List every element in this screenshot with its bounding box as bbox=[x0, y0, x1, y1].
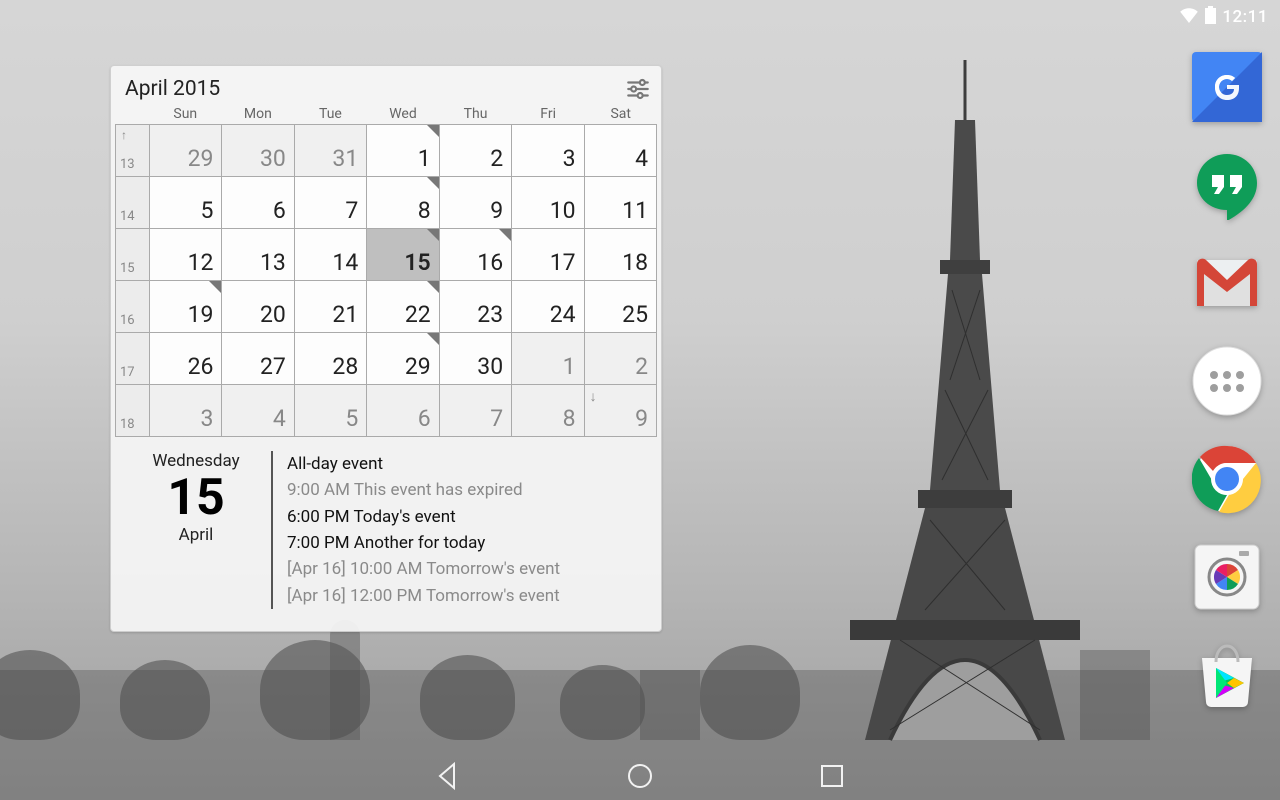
day-cell[interactable]: 30 bbox=[222, 125, 294, 177]
week-number: 16 bbox=[116, 281, 150, 333]
app-google[interactable] bbox=[1192, 52, 1262, 122]
day-cell[interactable]: 2 bbox=[440, 125, 512, 177]
today-month: April bbox=[121, 525, 271, 545]
day-cell[interactable]: 9 bbox=[440, 177, 512, 229]
day-cell[interactable]: 9↓ bbox=[585, 385, 657, 437]
today-day: 15 bbox=[121, 473, 271, 523]
event-marker-icon bbox=[427, 177, 439, 189]
day-cell[interactable]: 4 bbox=[585, 125, 657, 177]
settings-icon[interactable] bbox=[625, 76, 651, 102]
next-icon: ↓ bbox=[590, 388, 597, 405]
day-cell[interactable]: 28 bbox=[295, 333, 367, 385]
app-dock bbox=[1192, 52, 1262, 710]
calendar-widget[interactable]: April 2015 .SunMonTueWedThuFriSat 13↑293… bbox=[110, 65, 662, 632]
day-cell[interactable]: 2 bbox=[585, 333, 657, 385]
navigation-bar bbox=[0, 752, 1280, 800]
prev-icon: ↑ bbox=[121, 128, 127, 142]
event-item[interactable]: All-day event bbox=[287, 451, 651, 477]
day-cell[interactable]: 6 bbox=[367, 385, 439, 437]
today-weekday: Wednesday bbox=[121, 451, 271, 471]
day-cell[interactable]: 7 bbox=[295, 177, 367, 229]
day-cell[interactable]: 13 bbox=[222, 229, 294, 281]
day-cell[interactable]: 1 bbox=[367, 125, 439, 177]
week-number: 15 bbox=[116, 229, 150, 281]
day-cell[interactable]: 19 bbox=[150, 281, 222, 333]
weekday-label: Wed bbox=[367, 106, 440, 122]
app-play[interactable] bbox=[1192, 640, 1262, 710]
app-hangouts[interactable] bbox=[1192, 150, 1262, 220]
day-cell[interactable]: 22 bbox=[367, 281, 439, 333]
home-button[interactable] bbox=[624, 760, 656, 792]
day-cell[interactable]: 5 bbox=[295, 385, 367, 437]
day-cell[interactable]: 26 bbox=[150, 333, 222, 385]
event-item[interactable]: 7:00 PM Another for today bbox=[287, 530, 651, 556]
day-cell[interactable]: 4 bbox=[222, 385, 294, 437]
weekday-label: Thu bbox=[439, 106, 512, 122]
day-cell[interactable]: 11 bbox=[585, 177, 657, 229]
day-cell[interactable]: 17 bbox=[512, 229, 584, 281]
battery-icon bbox=[1205, 6, 1216, 28]
weekday-label: Tue bbox=[294, 106, 367, 122]
day-cell[interactable]: 27 bbox=[222, 333, 294, 385]
day-cell[interactable]: 7 bbox=[440, 385, 512, 437]
day-cell[interactable]: 6 bbox=[222, 177, 294, 229]
app-gmail[interactable] bbox=[1192, 248, 1262, 318]
day-cell[interactable]: 23 bbox=[440, 281, 512, 333]
day-cell[interactable]: 21 bbox=[295, 281, 367, 333]
today-block[interactable]: Wednesday 15 April bbox=[121, 451, 271, 609]
clock-text: 12:11 bbox=[1222, 7, 1268, 27]
event-item[interactable]: [Apr 16] 10:00 AM Tomorrow's event bbox=[287, 556, 651, 582]
weekday-label: Mon bbox=[222, 106, 295, 122]
day-cell[interactable]: 10 bbox=[512, 177, 584, 229]
event-marker-icon bbox=[209, 281, 221, 293]
status-bar: 12:11 bbox=[1179, 0, 1280, 30]
day-cell[interactable]: 14 bbox=[295, 229, 367, 281]
day-cell[interactable]: 3 bbox=[512, 125, 584, 177]
wifi-icon bbox=[1179, 7, 1199, 27]
eiffel-tower-image bbox=[830, 60, 1100, 760]
day-cell[interactable]: 25 bbox=[585, 281, 657, 333]
event-marker-icon bbox=[427, 281, 439, 293]
day-cell[interactable]: 20 bbox=[222, 281, 294, 333]
day-cell[interactable]: 16 bbox=[440, 229, 512, 281]
app-chrome[interactable] bbox=[1192, 444, 1262, 514]
day-cell[interactable]: 8 bbox=[512, 385, 584, 437]
event-item[interactable]: [Apr 16] 12:00 PM Tomorrow's event bbox=[287, 583, 651, 609]
app-appdrawer[interactable] bbox=[1192, 346, 1262, 416]
day-cell[interactable]: 8 bbox=[367, 177, 439, 229]
day-cell[interactable]: 31 bbox=[295, 125, 367, 177]
day-cell[interactable]: 24 bbox=[512, 281, 584, 333]
event-marker-icon bbox=[499, 229, 511, 241]
event-marker-icon bbox=[427, 125, 439, 137]
recents-button[interactable] bbox=[816, 760, 848, 792]
week-number: 18 bbox=[116, 385, 150, 437]
weekday-label: Sun bbox=[149, 106, 222, 122]
day-cell[interactable]: 12 bbox=[150, 229, 222, 281]
day-cell[interactable]: 3 bbox=[150, 385, 222, 437]
event-item[interactable]: 6:00 PM Today's event bbox=[287, 504, 651, 530]
day-cell[interactable]: 30 bbox=[440, 333, 512, 385]
day-cell[interactable]: 29 bbox=[150, 125, 222, 177]
back-button[interactable] bbox=[432, 760, 464, 792]
calendar-grid: 13↑2930311234145678910111512131415161718… bbox=[115, 124, 657, 437]
calendar-title: April 2015 bbox=[125, 77, 220, 101]
week-number: 14 bbox=[116, 177, 150, 229]
app-camera[interactable] bbox=[1192, 542, 1262, 612]
day-cell[interactable]: 1 bbox=[512, 333, 584, 385]
day-cell[interactable]: 29 bbox=[367, 333, 439, 385]
week-number: 13↑ bbox=[116, 125, 150, 177]
week-number: 17 bbox=[116, 333, 150, 385]
event-marker-icon bbox=[427, 333, 439, 345]
weekday-label: Sat bbox=[584, 106, 657, 122]
event-item[interactable]: 9:00 AM This event has expired bbox=[287, 477, 651, 503]
weekday-label: Fri bbox=[512, 106, 585, 122]
event-list[interactable]: All-day event9:00 AM This event has expi… bbox=[271, 451, 651, 609]
day-cell[interactable]: 18 bbox=[585, 229, 657, 281]
day-cell[interactable]: 15 bbox=[367, 229, 439, 281]
day-cell[interactable]: 5 bbox=[150, 177, 222, 229]
event-marker-icon bbox=[427, 229, 439, 241]
